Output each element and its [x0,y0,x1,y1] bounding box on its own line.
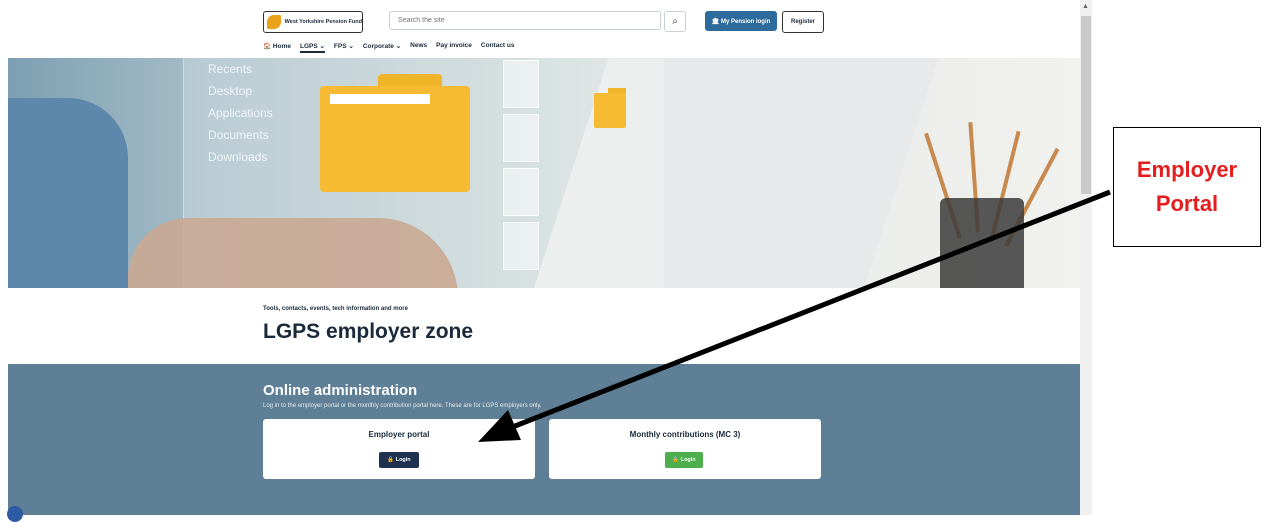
folder-icon [320,74,470,192]
admin-title: Online administration [263,382,418,399]
hero-hand-shape [128,218,458,288]
scroll-up-icon[interactable]: ▲ [1082,3,1089,10]
hero-menu-item: Desktop [208,84,253,98]
monthly-contributions-title: Monthly contributions (MC 3) [629,430,741,439]
search-button[interactable]: ⌕ [664,11,686,32]
register-button[interactable]: Register [782,11,824,33]
hero-sleeve-shape [8,98,128,288]
monthly-contributions-login-button[interactable]: 🔒 Login [665,452,703,468]
main-nav: 🏠 Home LGPS ⌄ FPS ⌄ Corporate ⌄ News Pay… [263,42,515,53]
nav-news[interactable]: News [410,42,427,53]
logo-icon [267,15,281,29]
nav-lgps[interactable]: LGPS ⌄ [299,42,325,53]
callout-line-2: Portal [1155,191,1219,216]
employer-portal-card: Employer portal 🔒 Login [263,419,535,479]
search-input[interactable] [389,11,661,30]
document-stack [503,58,543,288]
hero-menu-item: Downloads [208,150,268,164]
employer-portal-login-button[interactable]: 🔒 Login [379,452,419,468]
logo-text: West Yorkshire Pension Fund [284,19,362,25]
page-scrollbar[interactable]: ▲ [1080,0,1092,515]
hero-image: Recents Desktop Applications Documents D… [8,58,1080,288]
hero-menu-list: Recents Desktop Applications Documents D… [208,58,273,168]
employer-portal-title: Employer portal [368,430,430,439]
intro-section: Tools, contacts, events, tech informatio… [263,306,473,344]
my-pension-login-button[interactable]: 🏛 My Pension login [705,11,777,31]
nav-pay-invoice[interactable]: Pay invoice [436,42,472,53]
hero-menu-item: Applications [208,106,273,120]
page-title: LGPS employer zone [263,320,474,343]
search-icon: ⌕ [672,16,678,27]
nav-fps[interactable]: FPS ⌄ [334,42,354,53]
nav-corporate[interactable]: Corporate ⌄ [363,42,401,53]
nav-home[interactable]: 🏠 Home [263,42,291,53]
scroll-thumb[interactable] [1081,16,1091,194]
site-header: West Yorkshire Pension Fund ⌕ 🏛 My Pensi… [0,0,1080,58]
pencil-cup [924,122,1060,288]
site-logo[interactable]: West Yorkshire Pension Fund [263,11,363,33]
small-folder-icon [594,88,626,128]
nav-contact-us[interactable]: Contact us [481,42,515,53]
online-administration-section: Online administration Log in to the empl… [8,364,1080,515]
monthly-contributions-card: Monthly contributions (MC 3) 🔒 Login [549,419,821,479]
callout-line-1: Employer [1136,157,1238,182]
accessibility-icon[interactable] [7,506,23,522]
employer-portal-callout: Employer Portal [1113,127,1261,247]
admin-subtitle: Log in to the employer portal or the mon… [263,403,542,409]
intro-eyebrow: Tools, contacts, events, tech informatio… [263,306,408,312]
hero-menu-item: Documents [208,128,269,142]
hero-menu-item: Recents [208,62,253,76]
